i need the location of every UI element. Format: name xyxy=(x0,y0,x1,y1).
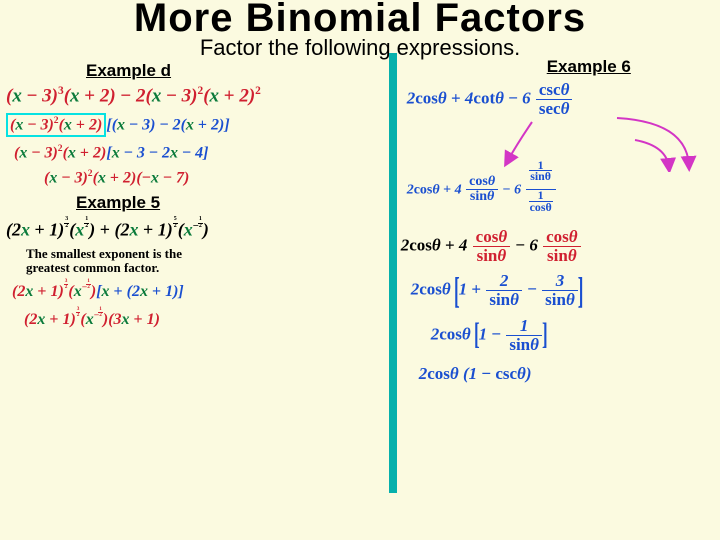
left-column: Example d (x − 3)3(x + 2) − 2(x − 3)2(x … xyxy=(6,61,389,493)
exD-line1: (x − 3)3(x + 2) − 2(x − 3)2(x + 2)2 xyxy=(6,85,383,107)
ex6-line4: 2cosθ [1 − 1sinθ] xyxy=(431,317,714,354)
ex5-line2: (2x + 1)32(x−12)[x + (2x + 1)] xyxy=(12,279,383,301)
ex5-line3: (2x + 1)32(x−12)(3x + 1) xyxy=(24,307,383,329)
example-6-label: Example 6 xyxy=(547,57,714,77)
example-d-label: Example d xyxy=(86,61,383,81)
exD-line3: (x − 3)2(x + 2)[x − 3 − 2x − 4] xyxy=(14,143,383,162)
note-text: The smallest exponent is thegreatest com… xyxy=(26,247,383,276)
ex6-line5: 2cosθ (1 − cscθ) xyxy=(419,364,714,384)
ex6-line3: 2cosθ [1 + 2sinθ − 3sinθ] xyxy=(411,272,714,309)
ex5-line1: (2x + 1)32(x12) + (2x + 1)52(x−12) xyxy=(6,217,383,240)
exD-line2: (x − 3)2(x + 2)[(x − 3) − 2(x + 2)] xyxy=(6,113,383,136)
ex6-line2: 2cosθ + 4 cosθsinθ − 6 cosθsinθ xyxy=(401,228,714,265)
ex6-line1: 2cosθ + 4cotθ − 6 cscθsecθ xyxy=(407,81,714,118)
vertical-divider xyxy=(389,53,397,493)
right-column: Example 6 2cosθ + 4cotθ − 6 cscθsecθ 2co… xyxy=(397,61,714,493)
example-5-label: Example 5 xyxy=(76,193,383,213)
arrows xyxy=(397,124,714,162)
exD-line4: (x − 3)2(x + 2)(−x − 7) xyxy=(44,168,383,187)
content-area: Example d (x − 3)3(x + 2) − 2(x − 3)2(x … xyxy=(0,61,720,493)
